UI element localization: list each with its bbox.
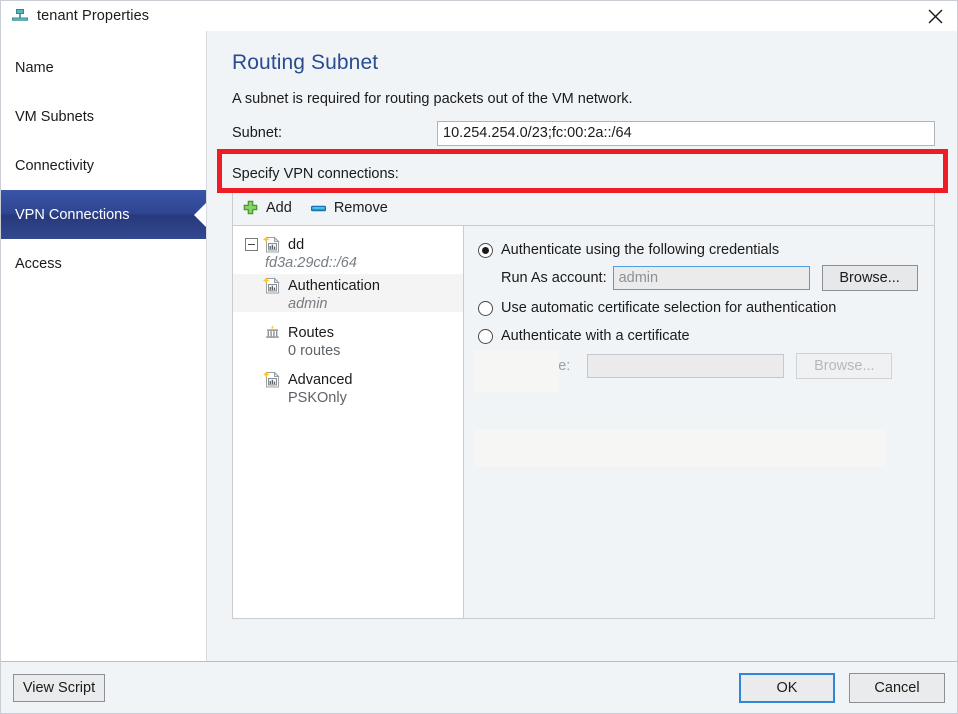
certificate-input[interactable] — [587, 354, 784, 378]
tree-row-label: Authentication — [288, 278, 380, 294]
main-pane: Routing Subnet A subnet is required for … — [207, 31, 957, 661]
tree-row-label: Routes — [288, 325, 334, 341]
tree-row-sublabel: fd3a:29cd::/64 — [233, 255, 463, 271]
routes-icon — [263, 323, 282, 342]
ghost-panel-wide — [474, 429, 886, 467]
add-button-label: Add — [266, 200, 292, 216]
sidebar-item-label: Connectivity — [15, 158, 94, 174]
tree-row-label: Advanced — [288, 372, 353, 388]
network-switch-icon — [10, 6, 30, 26]
radio-row-certificate[interactable]: Authenticate with a certificate — [478, 324, 922, 348]
advanced-icon — [263, 370, 282, 389]
sidebar-item-label: Access — [15, 256, 62, 272]
properties-dialog: tenant Properties Name VM Subnets Connec… — [0, 0, 958, 714]
cancel-button[interactable]: Cancel — [849, 673, 945, 703]
radio-credentials[interactable] — [478, 243, 493, 258]
run-as-row: Run As account: Browse... — [478, 264, 922, 292]
view-script-button[interactable]: View Script — [13, 674, 105, 702]
radio-certificate[interactable] — [478, 329, 493, 344]
remove-button-label: Remove — [334, 200, 388, 216]
radio-row-auto-cert[interactable]: Use automatic certificate selection for … — [478, 296, 922, 320]
vpn-connection-icon — [263, 235, 282, 254]
sidebar-item-connectivity[interactable]: Connectivity — [1, 141, 207, 190]
tree-row-sublabel: admin — [233, 296, 463, 312]
ghost-panel-small — [474, 350, 559, 392]
sidebar-item-access[interactable]: Access — [1, 239, 207, 288]
tree-row-advanced[interactable]: Advanced PSKOnly — [233, 368, 463, 406]
radio-auto-cert-label: Use automatic certificate selection for … — [501, 300, 836, 316]
tree-row-sublabel: PSKOnly — [233, 390, 463, 406]
tree-row-label: dd — [288, 237, 304, 253]
sidebar-nav: Name VM Subnets Connectivity VPN Connect… — [1, 31, 207, 661]
sidebar-item-label: Name — [15, 60, 54, 76]
authentication-details: Authenticate using the following credent… — [464, 226, 934, 618]
radio-certificate-label: Authenticate with a certificate — [501, 328, 690, 344]
tree-row-sublabel: 0 routes — [233, 343, 463, 359]
authentication-icon — [263, 276, 282, 295]
dialog-footer: View Script OK Cancel — [1, 661, 957, 713]
browse-certificate-button[interactable]: Browse... — [796, 353, 892, 379]
subnet-input[interactable] — [437, 121, 935, 146]
vpn-tree: dd fd3a:29cd::/64 — [233, 226, 464, 618]
minus-icon — [310, 200, 327, 217]
add-button[interactable]: Add — [242, 200, 292, 217]
sidebar-item-vm-subnets[interactable]: VM Subnets — [1, 92, 207, 141]
sidebar-item-label: VPN Connections — [15, 207, 129, 223]
sidebar-item-label: VM Subnets — [15, 109, 94, 125]
vpn-section-label: Specify VPN connections: — [232, 166, 935, 182]
sidebar-item-name[interactable]: Name — [1, 43, 207, 92]
radio-row-credentials[interactable]: Authenticate using the following credent… — [478, 238, 922, 262]
radio-auto-cert[interactable] — [478, 301, 493, 316]
tree-row-routes[interactable]: Routes 0 routes — [233, 321, 463, 359]
run-as-label: Run As account: — [501, 270, 607, 286]
sidebar-item-vpn-connections[interactable]: VPN Connections — [1, 190, 207, 239]
plus-icon — [242, 200, 259, 217]
collapse-icon[interactable] — [245, 238, 258, 251]
run-as-input[interactable] — [613, 266, 810, 290]
remove-button[interactable]: Remove — [310, 200, 388, 217]
page-description: A subnet is required for routing packets… — [232, 91, 935, 107]
vpn-toolbar: Add Remove — [233, 191, 934, 226]
tree-row[interactable]: dd fd3a:29cd::/64 — [233, 233, 463, 271]
selection-arrow-icon — [194, 202, 207, 228]
vpn-connections-box: Add Remove — [232, 190, 935, 619]
vpn-connection-main: dd fd3a:29cd::/64 — [233, 226, 934, 618]
window-title: tenant Properties — [37, 8, 149, 24]
ok-button[interactable]: OK — [739, 673, 835, 703]
dialog-body: Name VM Subnets Connectivity VPN Connect… — [1, 31, 957, 661]
tree-row-authentication[interactable]: Authentication admin — [233, 274, 463, 312]
subnet-row: Subnet: — [232, 120, 935, 146]
close-icon[interactable] — [913, 1, 957, 31]
title-bar: tenant Properties — [1, 1, 957, 31]
radio-credentials-label: Authenticate using the following credent… — [501, 242, 779, 258]
subnet-label: Subnet: — [232, 125, 437, 141]
page-title: Routing Subnet — [232, 51, 935, 75]
browse-credentials-button[interactable]: Browse... — [822, 265, 918, 291]
